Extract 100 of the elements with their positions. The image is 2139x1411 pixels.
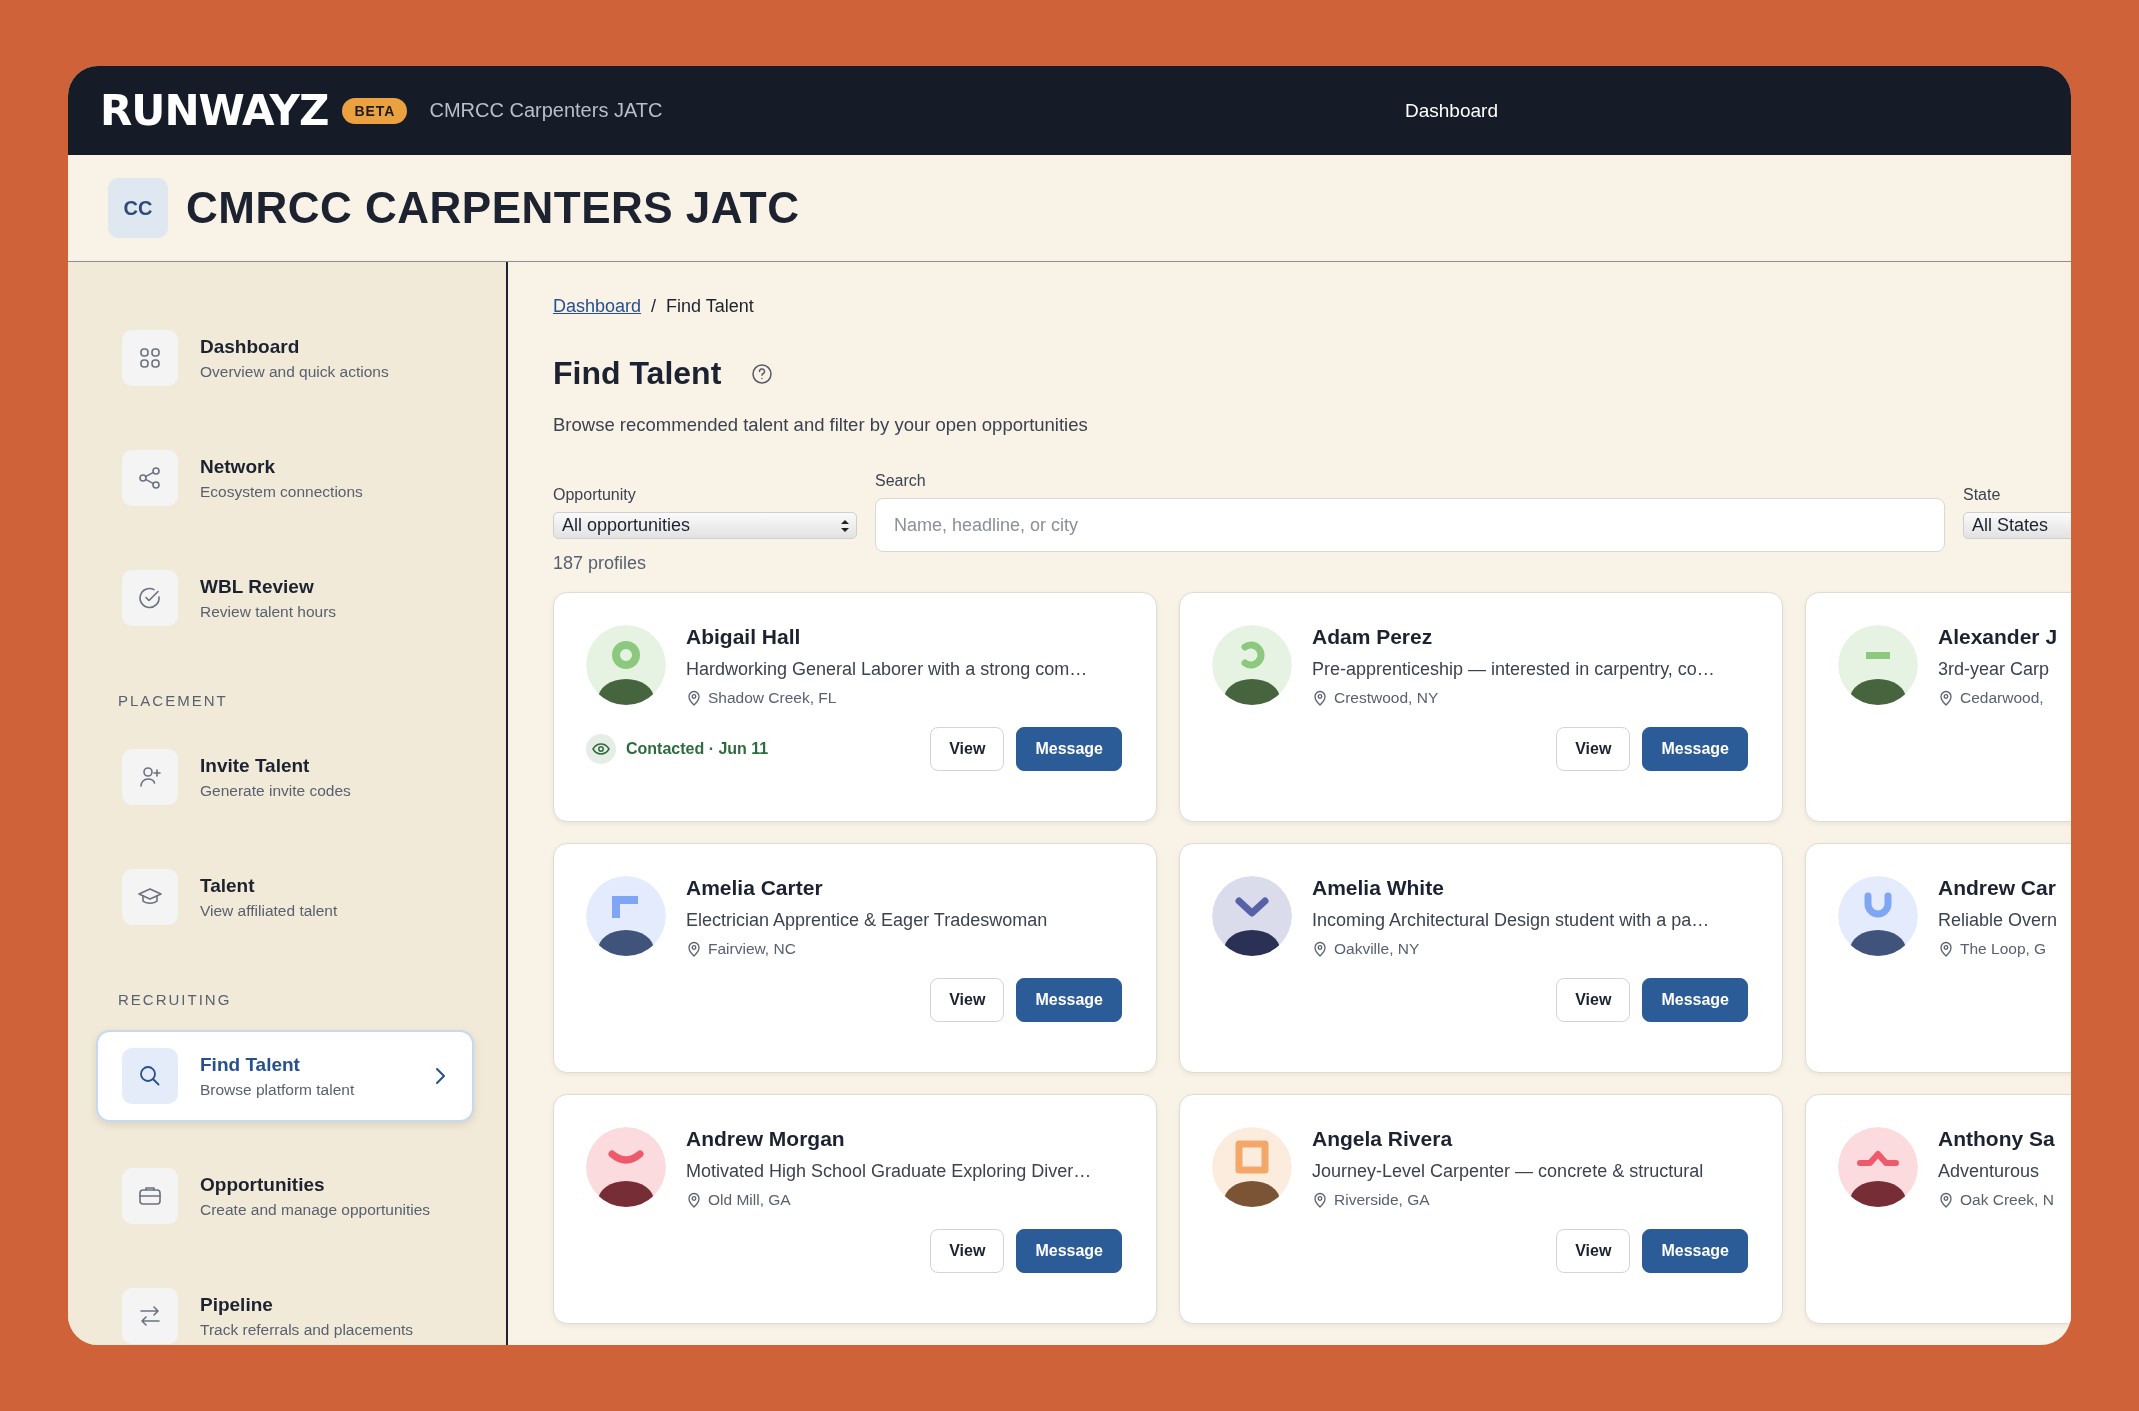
logo: RUNWAYZ [100,86,329,135]
nav-item-title: Find Talent [200,1053,301,1076]
org-title: CMRCC CARPENTERS JATC [186,183,800,233]
nav-item-subtitle: Generate invite codes [200,781,352,800]
talent-headline: Journey-Level Carpenter — concrete & structural [1312,1161,1704,1182]
talent-name: Alexander J [1938,625,2058,649]
field-label: Opportunity [553,486,637,504]
nav-item-subtitle: Browse platform talent [200,1080,356,1099]
view-button[interactable]: View [930,727,1005,771]
message-button[interactable]: Message [1016,978,1122,1022]
select-field[interactable]: All opportunities [553,512,857,539]
nav-item[interactable]: Find Talent Browse platform talent [96,1030,474,1122]
nav-item[interactable]: Opportunities Create and manage opportunities [96,1150,474,1242]
talent-name: Anthony Sa [1938,1127,2055,1151]
location-pin-icon [1938,941,1954,957]
nav-item-subtitle: Review talent hours [200,602,338,621]
nav-item-title: Pipeline [200,1293,274,1316]
message-button[interactable]: Message [1016,727,1122,771]
location-pin-icon [1312,690,1328,706]
nav-item-title: Opportunities [200,1173,326,1196]
user-plus-icon [137,764,163,790]
nav-item-title: WBL Review [200,575,315,598]
view-button[interactable]: View [1556,727,1631,771]
talent-headline: Hardworking General Laborer with a strong com… [686,659,1088,680]
field-label: Search [875,472,927,490]
nav-item-subtitle: Create and manage opportunities [200,1200,432,1219]
location-pin-icon [1312,941,1328,957]
beta-badge: BETA [342,97,408,124]
nav-item-title: Invite Talent [200,754,311,777]
nav-item-title: Talent [200,874,256,897]
view-button[interactable]: View [1556,978,1631,1022]
talent-location: Shadow Creek, FL [708,689,837,707]
talent-location: Crestwood, NY [1334,689,1439,707]
org-name: CMRCC Carpenters JATC [429,99,663,122]
eye-icon [586,734,616,764]
message-button[interactable]: Message [1642,978,1748,1022]
nav-item-subtitle: View affiliated talent [200,901,339,920]
search-field[interactable]: Name, headline, or city [875,498,1945,552]
location-pin-icon [686,941,702,957]
talent-headline: Adventurous [1938,1161,2041,1182]
message-button[interactable]: Message [1016,1229,1122,1273]
talent-headline: 3rd-year Carp [1938,659,2051,680]
talent-headline: Motivated High School Graduate Exploring Diver… [686,1161,1092,1182]
nav-item[interactable]: WBL Review Review talent hours [96,552,474,644]
profile-count: 187 profiles [553,553,648,574]
nav-item[interactable]: Network Ecosystem connections [96,432,474,524]
location-pin-icon [1312,1192,1328,1208]
nav-item[interactable]: Invite Talent Generate invite codes [96,731,474,823]
field-label: State [1963,486,2002,504]
page-label: Dashboard [1405,99,1498,122]
help-icon[interactable] [751,362,774,385]
swap-arrows-icon [137,1303,163,1329]
talent-location: Oakville, NY [1334,940,1420,958]
talent-name: Andrew Car [1938,876,2057,900]
view-button[interactable]: View [1556,1229,1631,1273]
talent-name: Abigail Hall [686,625,802,649]
talent-headline: Incoming Architectural Design student with a pa… [1312,910,1710,931]
message-button[interactable]: Message [1642,1229,1748,1273]
page-subtitle: Browse recommended talent and filter by your open opportunities [553,414,1089,436]
talent-location: Old Mill, GA [708,1191,791,1209]
talent-name: Amelia Carter [686,876,824,900]
nav-item-title: Network [200,455,276,478]
talent-location: Riverside, GA [1334,1191,1430,1209]
nav-item-subtitle: Track referrals and placements [200,1320,415,1339]
grid-icon [137,345,163,371]
nav-item-title: Dashboard [200,335,301,358]
talent-headline: Electrician Apprentice & Eager Tradeswoman [686,910,1048,931]
nav-item-subtitle: Overview and quick actions [200,362,390,381]
talent-name: Adam Perez [1312,625,1434,649]
share-icon [137,465,163,491]
talent-name: Angela Rivera [1312,1127,1454,1151]
breadcrumb-separator: / [651,296,657,317]
location-pin-icon [686,690,702,706]
talent-headline: Pre-apprenticeship — interested in carpentry, co… [1312,659,1715,680]
nav-item[interactable]: Pipeline Track referrals and placements [96,1270,474,1345]
check-circle-icon [137,585,163,611]
talent-location: Fairview, NC [708,940,796,958]
talent-name: Amelia White [1312,876,1445,900]
contact-status: Contacted · Jun 11 [626,740,769,758]
location-pin-icon [1938,1192,1954,1208]
talent-location: Oak Creek, N [1960,1191,2054,1209]
breadcrumb-link[interactable]: Dashboard [553,296,642,317]
org-avatar: CC [108,178,168,238]
talent-headline: Reliable Overn [1938,910,2058,931]
nav-item[interactable]: Dashboard Overview and quick actions [96,312,474,404]
location-pin-icon [686,1192,702,1208]
message-button[interactable]: Message [1642,727,1748,771]
view-button[interactable]: View [930,1229,1005,1273]
nav-item-subtitle: Ecosystem connections [200,482,364,501]
location-pin-icon [1938,690,1954,706]
view-button[interactable]: View [930,978,1005,1022]
section-heading: PLACEMENT [117,691,229,711]
talent-name: Andrew Morgan [686,1127,846,1151]
talent-location: The Loop, G [1960,940,2047,958]
page-title: Find Talent [553,355,722,392]
nav-item[interactable]: Talent View affiliated talent [96,851,474,943]
section-heading: RECRUITING [117,990,233,1010]
talent-location: Cedarwood, [1960,689,2044,707]
select-field[interactable]: All States [1963,512,2071,539]
breadcrumb-current: Find Talent [666,296,754,317]
